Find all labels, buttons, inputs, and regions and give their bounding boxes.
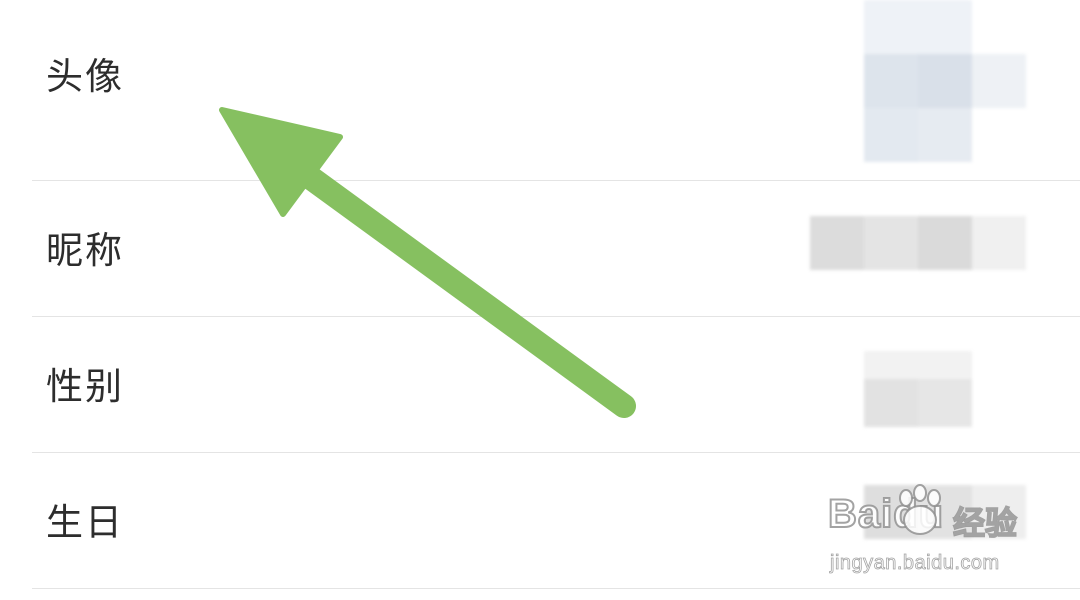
watermark-url: jingyan.baidu.com bbox=[830, 552, 1000, 575]
baidu-jingyan-watermark: Baidu 经验 jingyan.baidu.com bbox=[827, 482, 1068, 582]
gender-label: 性别 bbox=[46, 365, 124, 408]
avatar-preview-blurred bbox=[864, 0, 1026, 162]
avatar-label: 头像 bbox=[46, 55, 124, 98]
row-divider bbox=[32, 588, 1080, 589]
baidu-paw-icon bbox=[899, 484, 941, 535]
watermark-cn: 经验 bbox=[952, 503, 1018, 543]
nickname-row[interactable]: 昵称 bbox=[0, 181, 1080, 316]
gender-value-blurred bbox=[864, 351, 972, 427]
nickname-label: 昵称 bbox=[46, 229, 124, 272]
birthday-label: 生日 bbox=[46, 501, 124, 544]
nickname-value-blurred bbox=[810, 216, 1026, 270]
avatar-row[interactable]: 头像 bbox=[0, 0, 1080, 180]
gender-row[interactable]: 性别 bbox=[0, 317, 1080, 452]
